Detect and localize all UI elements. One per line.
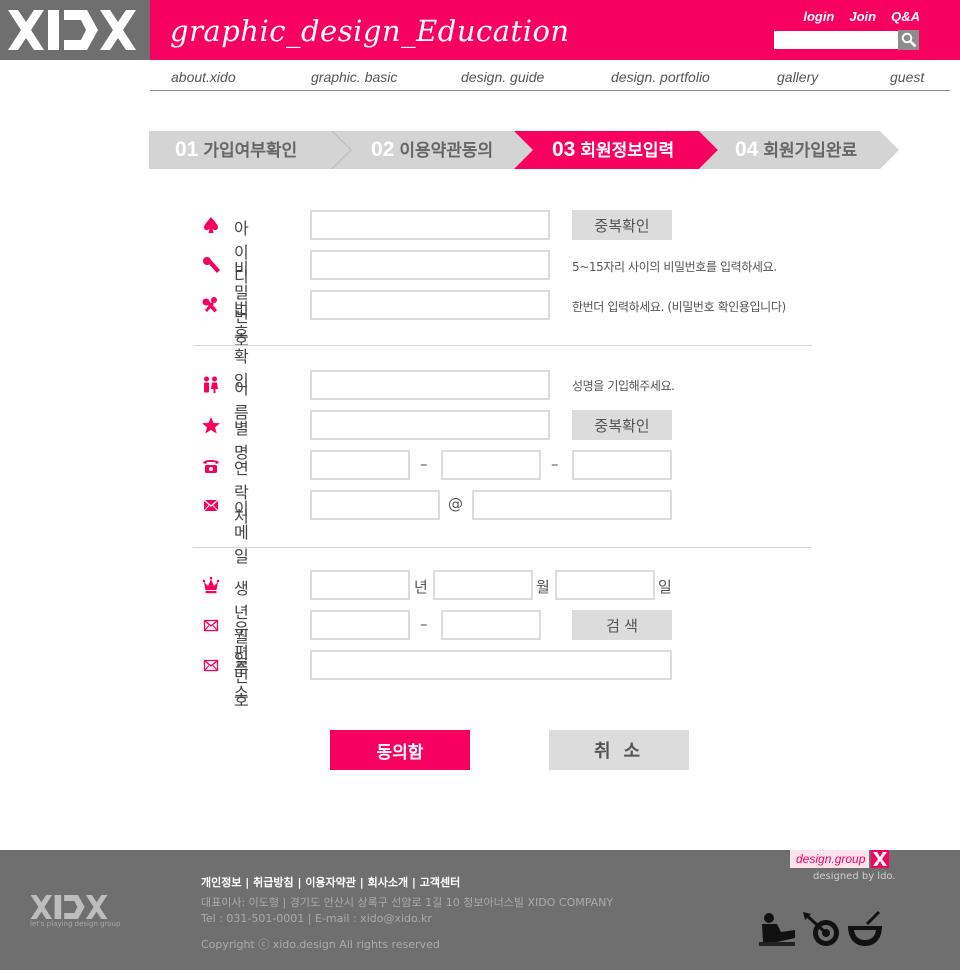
top-links: login Join Q&A <box>803 9 920 24</box>
design-group-badge[interactable]: design.group <box>790 850 869 868</box>
email-label: 이메일 <box>234 499 249 566</box>
join-link[interactable]: Join <box>849 9 876 24</box>
email-id-input[interactable] <box>310 490 440 520</box>
design-group-x-icon <box>871 850 889 868</box>
footer-contact: Tel : 031-501-0001 | E-mail : xido@xido.… <box>201 912 432 925</box>
designed-by: designed by ldo. <box>813 871 896 882</box>
nav-about[interactable]: about.xido <box>171 69 236 85</box>
birth-year-input[interactable] <box>310 570 410 600</box>
footer: let's playing design group 개인정보 | 취급방침 |… <box>0 850 960 970</box>
nav-design-portfolio[interactable]: design. portfolio <box>611 69 710 85</box>
envelope-icon <box>203 499 219 512</box>
zipcode-input-1[interactable] <box>310 610 410 640</box>
password-confirm-hint: 한번더 입력하세요. (비밀번호 확인용입니다) <box>572 300 786 314</box>
logo[interactable] <box>0 0 150 60</box>
footer-copyright: Copyright ⓒ xido.design All rights reser… <box>201 938 440 951</box>
footer-icons <box>757 910 885 948</box>
phone-input-3[interactable] <box>572 450 672 480</box>
step-1: 01 가입여부확인 <box>175 138 298 161</box>
name-hint: 성명을 기입해주세요. <box>572 379 675 393</box>
email-at-sign: @ <box>448 495 463 513</box>
cancel-button[interactable]: 취 소 <box>549 730 689 770</box>
header-bar: graphic_design_Education login Join Q&A <box>150 0 960 60</box>
envelope-outline-icon <box>203 659 219 672</box>
person-typing-icon <box>757 910 797 948</box>
year-suffix: 년 <box>414 578 428 596</box>
target-arrow-icon <box>801 910 841 948</box>
footer-address: 대표이사: 이도형 | 경기도 안산시 상록구 선암로 1길 10 청보아너스빌… <box>201 896 614 909</box>
telephone-icon <box>203 460 219 473</box>
birth-day-input[interactable] <box>555 570 655 600</box>
keys-icon <box>202 297 217 313</box>
qna-link[interactable]: Q&A <box>891 9 920 24</box>
password-input[interactable] <box>310 250 550 280</box>
address-label: 주소 <box>234 659 249 702</box>
zipcode-dash: – <box>420 615 428 633</box>
search-icon <box>901 32 916 48</box>
site-tagline: graphic_design_Education <box>170 14 570 48</box>
footer-logo-tagline: let's playing design group <box>30 920 121 928</box>
zipcode-search-button[interactable]: 검 색 <box>572 610 672 640</box>
search-input[interactable] <box>774 31 898 49</box>
email-domain-input[interactable] <box>472 490 672 520</box>
people-icon <box>204 376 218 393</box>
step-4: 04 회원가입완료 <box>735 138 858 161</box>
star-icon <box>202 417 220 434</box>
id-input[interactable] <box>310 210 550 240</box>
phone-dash-2: – <box>551 455 559 473</box>
nickname-dup-check-button[interactable]: 중복확인 <box>572 410 672 440</box>
envelope-outline-icon <box>203 619 219 632</box>
password-hint: 5~15자리 사이의 비밀번호를 입력하세요. <box>572 260 777 274</box>
phone-dash-1: – <box>420 455 428 473</box>
password-confirm-input[interactable] <box>310 290 550 320</box>
main-nav: about.xido graphic. basic design. guide … <box>150 60 950 91</box>
nav-guest[interactable]: guest <box>890 69 924 85</box>
xido-logo-icon <box>8 10 136 50</box>
address-input[interactable] <box>310 650 672 680</box>
phone-input-1[interactable] <box>310 450 410 480</box>
key-icon <box>203 257 220 273</box>
nav-design-guide[interactable]: design. guide <box>461 69 544 85</box>
phone-input-2[interactable] <box>441 450 541 480</box>
month-suffix: 월 <box>536 578 550 596</box>
nav-graphic-basic[interactable]: graphic. basic <box>311 69 397 85</box>
bowl-icon <box>845 910 885 948</box>
spade-icon <box>204 217 218 233</box>
footer-xido-logo-icon <box>30 895 108 919</box>
agree-button[interactable]: 동의함 <box>330 730 470 770</box>
nav-gallery[interactable]: gallery <box>777 69 818 85</box>
nickname-input[interactable] <box>310 410 550 440</box>
name-input[interactable] <box>310 370 550 400</box>
crown-icon <box>202 576 220 594</box>
zipcode-input-2[interactable] <box>441 610 541 640</box>
divider <box>193 345 812 346</box>
day-suffix: 일 <box>658 578 672 596</box>
signup-steps: 01 가입여부확인 02 이용약관동의 03 회원정보입력 04 회원가입완료 <box>149 131 909 169</box>
id-dup-check-button[interactable]: 중복확인 <box>572 210 672 240</box>
step-2: 02 이용약관동의 <box>371 138 494 161</box>
divider <box>193 547 812 548</box>
footer-links[interactable]: 개인정보 | 취급방침 | 이용자약관 | 회사소개 | 고객센터 <box>201 874 460 890</box>
birth-month-input[interactable] <box>433 570 533 600</box>
login-link[interactable]: login <box>803 9 834 24</box>
step-3-active: 03 회원정보입력 <box>552 138 675 161</box>
search-button[interactable] <box>898 30 919 50</box>
